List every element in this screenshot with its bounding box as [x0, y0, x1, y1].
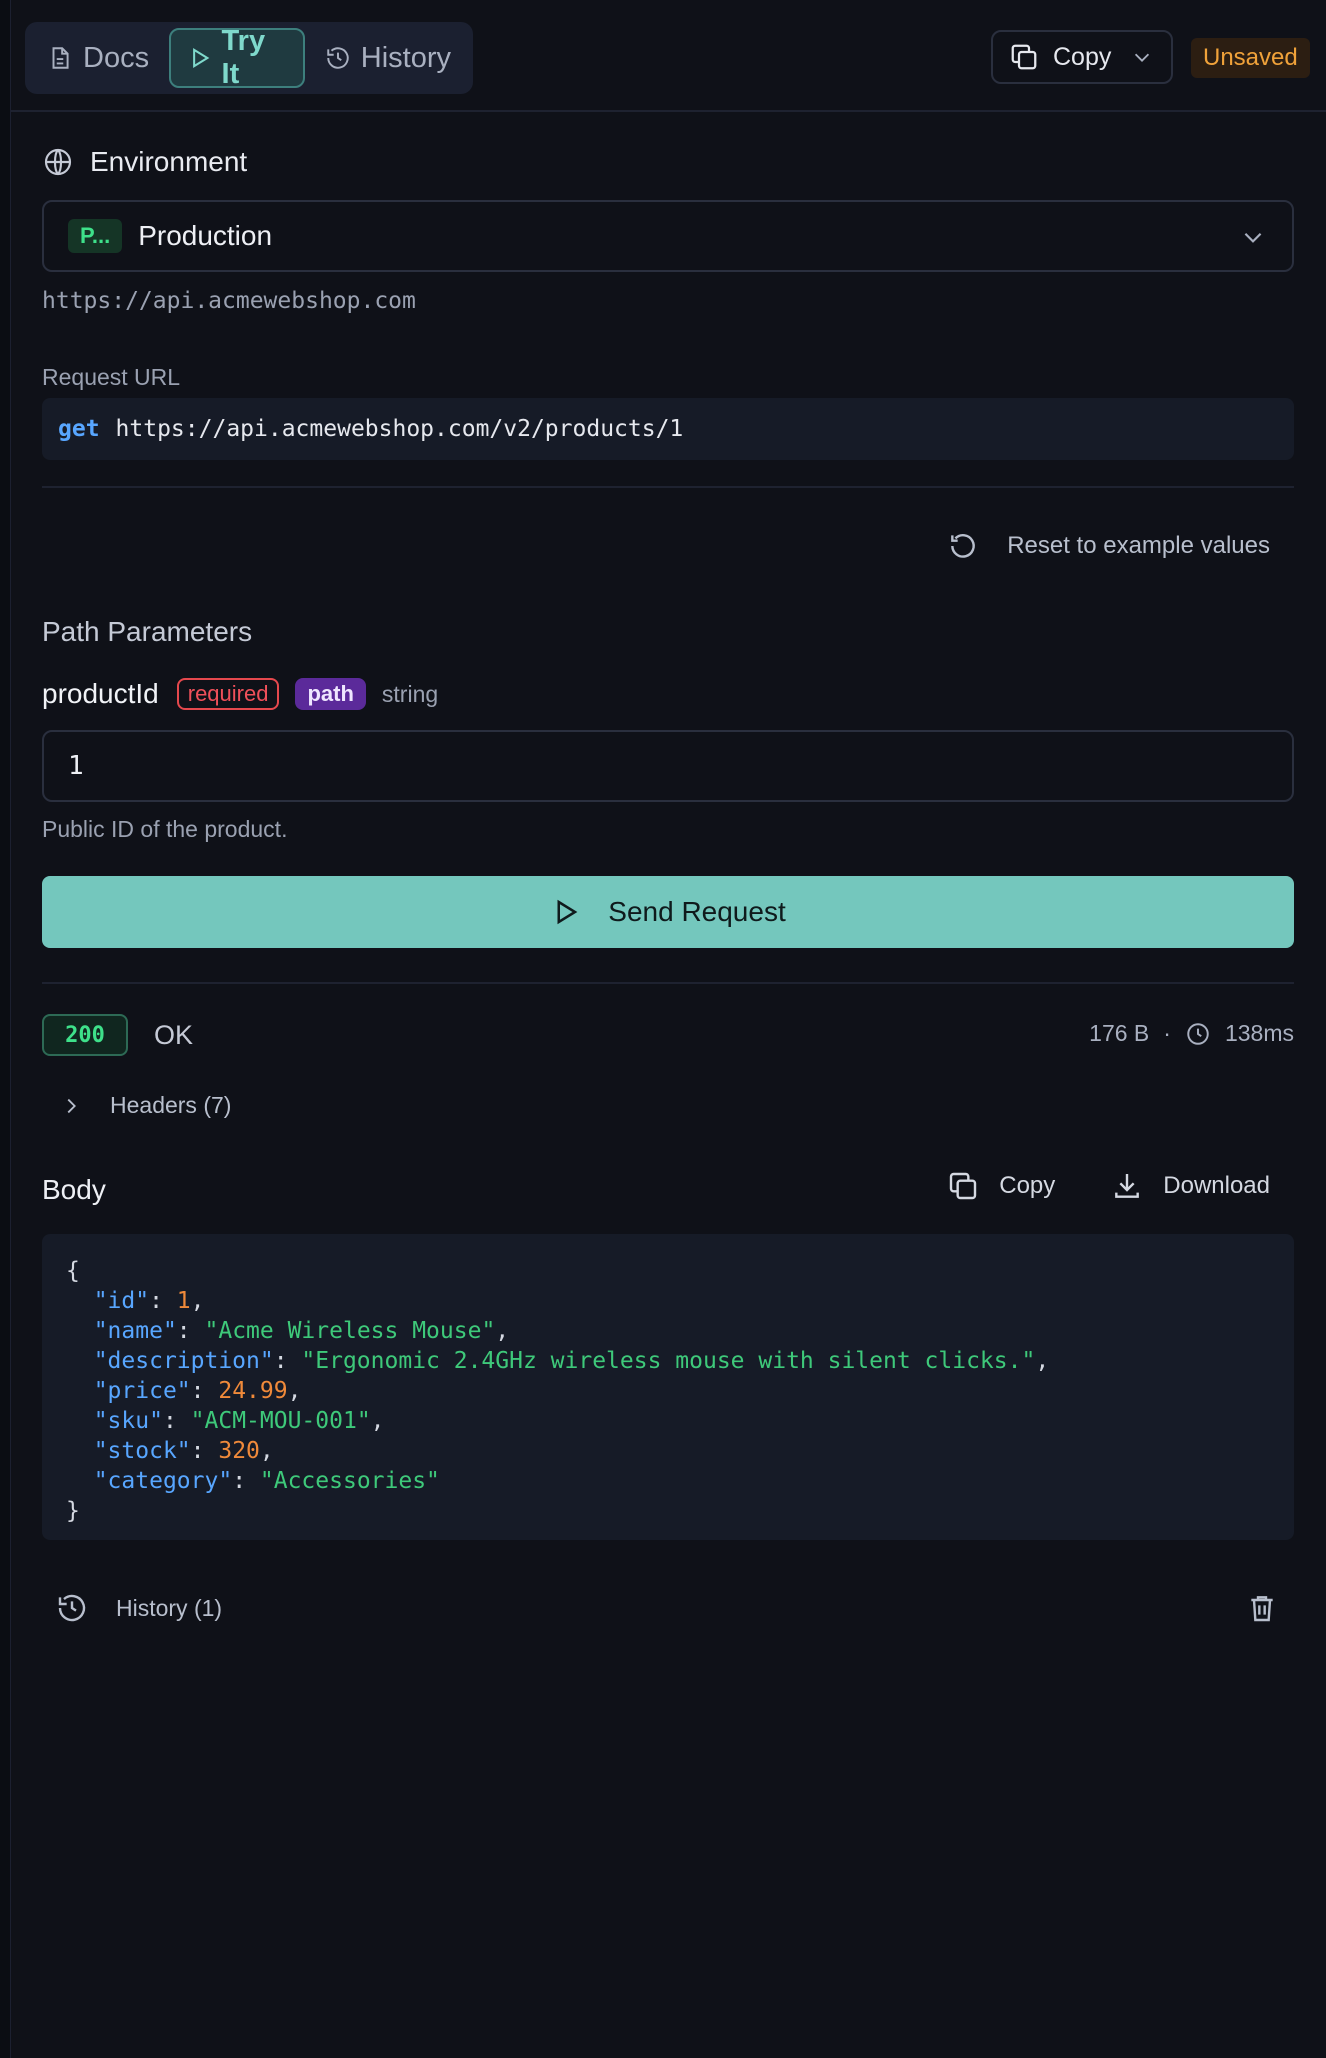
history-icon [327, 47, 349, 69]
download-body-label: Download [1163, 1172, 1270, 1199]
copy-icon [1011, 44, 1037, 70]
required-badge: required [176, 678, 280, 710]
copy-dropdown-label: Copy [1053, 42, 1112, 71]
chevron-down-icon [1135, 53, 1150, 62]
download-body-button[interactable]: Download [1111, 1170, 1270, 1202]
body-actions: Copy Download [947, 1170, 1270, 1202]
reset-icon [951, 534, 975, 558]
headers-toggle[interactable]: Headers (7) [60, 1092, 231, 1119]
status-code-badge: 200 [42, 1014, 128, 1056]
json-key: "description" [93, 1348, 274, 1374]
json-key: "name" [93, 1318, 177, 1344]
copy-body-button[interactable]: Copy [947, 1170, 1055, 1202]
code-line: "stock": 320, [93, 1438, 274, 1464]
send-request-button[interactable]: Send Request [42, 876, 1294, 948]
divider [42, 486, 1294, 488]
json-key: "id" [93, 1288, 150, 1314]
reset-button[interactable]: Reset to example values [947, 530, 1270, 562]
headers-label: Headers (7) [110, 1092, 232, 1118]
response-size: 176 B [1089, 1020, 1150, 1046]
response-body-code: { "id": 1, "name": "Acme Wireless Mouse"… [42, 1234, 1294, 1540]
history-icon [58, 1594, 86, 1622]
request-url: get https://api.acmewebshop.com/v2/produ… [42, 398, 1294, 460]
copy-icon [950, 1172, 977, 1200]
json-value: "Ergonomic 2.4GHz wireless mouse with si… [301, 1348, 1036, 1374]
param-description: Public ID of the product. [42, 816, 288, 842]
location-badge: path [295, 678, 366, 710]
json-value: 1 [176, 1288, 191, 1314]
code-brace: } [66, 1498, 80, 1524]
json-value: 320 [218, 1438, 260, 1464]
environment-selected: Production [138, 220, 273, 251]
chevron-right-icon [67, 1098, 76, 1113]
chevron-down-icon [1244, 232, 1262, 243]
tab-try-it-label: Try It [221, 25, 266, 90]
code-brace: { [66, 1258, 80, 1284]
globe-icon [44, 148, 72, 176]
copy-body-label: Copy [999, 1172, 1056, 1199]
json-value: 24.99 [218, 1378, 288, 1404]
tab-docs-label: Docs [83, 41, 150, 74]
environment-base-url: https://api.acmewebshop.com [42, 288, 416, 314]
tab-docs[interactable]: Docs [31, 28, 165, 88]
json-key: "category" [93, 1468, 233, 1494]
environment-select[interactable]: P... Production [42, 200, 1294, 272]
divider [42, 982, 1294, 984]
tab-history[interactable]: History [309, 28, 467, 88]
send-request-label: Send Request [608, 896, 786, 927]
request-method: get [58, 416, 100, 442]
code-line: "name": "Acme Wireless Mouse", [93, 1318, 510, 1344]
request-url-text: https://api.acmewebshop.com/v2/products/… [115, 416, 684, 442]
json-value: "ACM-MOU-001" [190, 1408, 371, 1434]
environment-heading: Environment [42, 146, 247, 178]
trash-icon[interactable] [1246, 1592, 1278, 1624]
path-parameters-title: Path Parameters [42, 616, 253, 647]
code-line: "category": "Accessories" [93, 1468, 440, 1494]
clock-icon [1187, 1022, 1209, 1045]
status-text: OK [154, 1020, 194, 1050]
copy-dropdown-button[interactable]: Copy [991, 30, 1173, 84]
code-line: "sku": "ACM-MOU-001", [93, 1408, 385, 1434]
tab-try-it[interactable]: Try It [169, 25, 305, 90]
tab-history-label: History [360, 41, 451, 74]
play-icon [557, 899, 578, 925]
json-value: "Accessories" [259, 1468, 440, 1494]
history-label: History (1) [116, 1594, 223, 1621]
json-key: "sku" [93, 1408, 163, 1434]
body-title: Body [42, 1174, 106, 1205]
reset-label: Reset to example values [1007, 532, 1270, 559]
top-bar: Docs Try It History Copy Unsaved [11, 0, 1326, 112]
meta-separator: · [1163, 1020, 1171, 1046]
download-icon [1115, 1174, 1140, 1198]
tab-bar: Docs Try It History [25, 22, 473, 94]
param-type: string [381, 680, 439, 707]
code-line: "description": "Ergonomic 2.4GHz wireles… [93, 1348, 1050, 1374]
play-icon [193, 48, 210, 68]
environment-heading-label: Environment [90, 146, 248, 177]
json-key: "price" [93, 1378, 191, 1404]
unsaved-badge: Unsaved [1191, 38, 1310, 78]
param-name: productId [42, 678, 159, 709]
response-meta: 176 B · 138ms [1089, 1020, 1294, 1047]
response-time: 138ms [1224, 1020, 1294, 1046]
request-url-label: Request URL [42, 364, 181, 390]
json-value: "Acme Wireless Mouse" [204, 1318, 496, 1344]
history-toggle[interactable]: History (1) [56, 1592, 222, 1624]
document-icon [52, 47, 69, 69]
param-header: productId required path string [42, 678, 438, 710]
json-key: "stock" [93, 1438, 191, 1464]
code-line: "id": 1, [93, 1288, 205, 1314]
code-line: "price": 24.99, [93, 1378, 302, 1404]
app-frame: Docs Try It History Copy Unsaved Environ… [10, 0, 1326, 2058]
environment-badge: P... [68, 219, 123, 253]
product-id-input[interactable] [42, 730, 1294, 802]
